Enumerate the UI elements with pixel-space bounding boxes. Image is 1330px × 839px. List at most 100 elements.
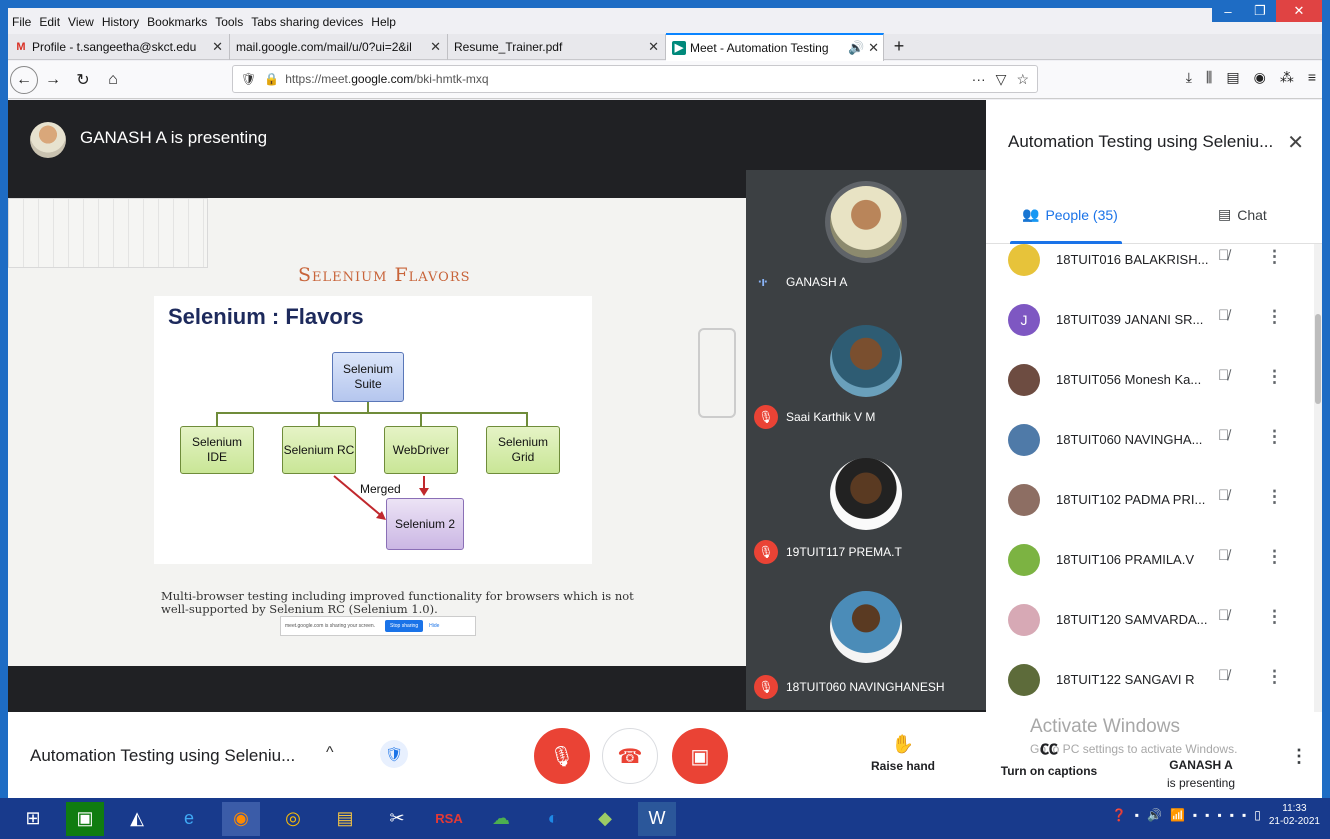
tray-app-icon[interactable]: ▪ (1135, 808, 1139, 822)
more-options-icon[interactable]: ⋮ (1266, 247, 1283, 267)
tray-app-icon[interactable]: ▪ (1242, 808, 1246, 822)
close-panel-icon[interactable]: ✕ (1287, 130, 1304, 155)
list-item[interactable]: 18TUIT122 SANGAVI R 🎙̸ ⋮ (986, 650, 1322, 710)
leave-call-button[interactable]: ☎ (602, 728, 658, 784)
store-icon[interactable]: ▣ (66, 801, 104, 836)
list-item[interactable]: 18TUIT102 PADMA PRI... 🎙̸ ⋮ (986, 470, 1322, 530)
clock[interactable]: 11:33 21-02-2021 (1269, 802, 1320, 828)
firefox-icon[interactable]: ◉ (222, 801, 260, 836)
more-options-icon[interactable]: ⋮ (1266, 607, 1283, 627)
menu-tools[interactable]: Tools (211, 15, 247, 29)
tab-profile[interactable]: M Profile - t.sangeetha@skct.edu ✕ (8, 33, 230, 60)
stop-sharing-button[interactable]: Stop sharing (385, 620, 424, 632)
participant-tile[interactable]: 🎙 18TUIT060 NAVINGHANESH (746, 575, 986, 710)
more-options-icon[interactable]: ⋮ (1266, 427, 1283, 447)
meeting-name[interactable]: Automation Testing using Seleniu... (30, 746, 295, 766)
more-options-icon[interactable]: ⋮ (1266, 487, 1283, 507)
captions-label: Turn on captions (1000, 764, 1098, 778)
participant-tile[interactable]: ·ı· GANASH A (746, 170, 986, 305)
list-item[interactable]: 18TUIT120 SAMVARDA... 🎙̸ ⋮ (986, 590, 1322, 650)
rsa-icon[interactable]: RSA (430, 802, 468, 836)
more-actions-icon[interactable]: ··· (972, 71, 986, 88)
maximize-button[interactable]: ❐ (1244, 0, 1276, 22)
app-icon[interactable]: ◆ (586, 802, 624, 836)
list-item[interactable]: 18TUIT016 BALAKRISH... 🎙̸ ⋮ (986, 244, 1322, 290)
close-window-button[interactable]: ✕ (1276, 0, 1322, 22)
home-button[interactable]: ⌂ (98, 65, 128, 95)
scrollbar[interactable] (1314, 244, 1322, 712)
tab-people[interactable]: 👥 People (35) (1022, 206, 1118, 223)
extensions-icon[interactable]: ⁂ (1280, 69, 1294, 86)
menu-file[interactable]: File (8, 15, 35, 29)
windows-start-icon[interactable]: ⊞ (14, 802, 52, 836)
download-icon[interactable]: ⤓ (1186, 69, 1192, 86)
more-options-icon[interactable]: ⋮ (1290, 746, 1308, 767)
more-options-icon[interactable]: ⋮ (1266, 547, 1283, 567)
participant-name: 19TUIT117 PREMA.T (786, 545, 902, 559)
menu-edit[interactable]: Edit (35, 15, 64, 29)
participant-tile[interactable]: 🎙 Saai Karthik V M (746, 305, 986, 440)
captions-button[interactable]: ㏄ Turn on captions (994, 734, 1104, 778)
mic-off-icon: 🎙̸ (1218, 607, 1230, 624)
chevron-up-icon[interactable]: ^ (326, 744, 334, 762)
bookmark-star-icon[interactable]: ☆ (1016, 71, 1029, 88)
close-tab-icon[interactable]: ✕ (648, 39, 659, 55)
menu-tabs-sharing[interactable]: Tabs sharing devices (247, 15, 367, 29)
screen-share-banner: meet.google.com is sharing your screen. … (280, 616, 476, 636)
camera-toggle-button[interactable]: ▣ (672, 728, 728, 784)
word-icon[interactable]: W (638, 801, 676, 836)
menu-bookmarks[interactable]: Bookmarks (143, 15, 211, 29)
close-tab-icon[interactable]: ✕ (212, 39, 223, 55)
snipping-tool-icon[interactable]: ✂ (378, 802, 416, 836)
tab-meet[interactable]: ▶ Meet - Automation Testing 🔊 ✕ (666, 32, 884, 61)
url-bar[interactable]: 🛡 🔒 https://meet.google.com/bki-hmtk-mxq… (232, 65, 1038, 93)
sidebar-icon[interactable]: ▤ (1226, 69, 1239, 86)
list-item[interactable]: 18TUIT056 Monesh Ka... 🎙̸ ⋮ (986, 350, 1322, 410)
chrome-icon[interactable]: ◎ (274, 802, 312, 836)
notifications-icon[interactable]: ▯ (1254, 808, 1261, 822)
more-options-icon[interactable]: ⋮ (1266, 307, 1283, 327)
tab-mail[interactable]: mail.google.com/mail/u/0?ui=2&il ✕ (230, 33, 448, 60)
edge-icon[interactable]: ◐ (534, 802, 572, 836)
cloud-app-icon[interactable]: ☁ (482, 802, 520, 836)
menu-icon[interactable]: ≡ (1308, 69, 1316, 86)
tray-app-icon[interactable]: ▪ (1217, 808, 1221, 822)
new-tab-button[interactable]: + (884, 36, 914, 57)
tab-chat[interactable]: ▤ Chat (1218, 206, 1267, 223)
menu-help[interactable]: Help (367, 15, 400, 29)
participant-tile[interactable]: 🎙 19TUIT117 PREMA.T (746, 440, 986, 575)
library-icon[interactable]: ⫼ (1206, 69, 1212, 86)
pocket-icon[interactable]: ▽ (996, 71, 1007, 88)
menu-view[interactable]: View (64, 15, 98, 29)
tray-app-icon[interactable]: ▪ (1193, 808, 1197, 822)
more-options-icon[interactable]: ⋮ (1266, 667, 1283, 687)
tab-resume[interactable]: Resume_Trainer.pdf ✕ (448, 33, 666, 60)
ie-icon[interactable]: e (170, 802, 208, 836)
reload-button[interactable]: ↻ (68, 65, 98, 95)
list-item[interactable]: 18TUIT106 PRAMILA.V 🎙̸ ⋮ (986, 530, 1322, 590)
more-options-icon[interactable]: ⋮ (1266, 367, 1283, 387)
list-item[interactable]: J 18TUIT039 JANANI SR... 🎙̸ ⋮ (986, 290, 1322, 350)
close-tab-icon[interactable]: 🔊 ✕ (848, 40, 879, 56)
menu-history[interactable]: History (98, 15, 143, 29)
panel-tabs: 👥 People (35) ▤ Chat (986, 196, 1322, 244)
back-button[interactable]: ← (10, 65, 38, 94)
close-tab-icon[interactable]: ✕ (430, 39, 441, 55)
raise-hand-button[interactable]: ✋ Raise hand (868, 734, 938, 773)
file-explorer-icon[interactable]: ▤ (326, 802, 364, 836)
mic-toggle-button[interactable]: 🎙 (534, 728, 590, 784)
minimize-button[interactable]: – (1212, 0, 1244, 22)
list-item[interactable]: 18TUIT060 NAVINGHA... 🎙̸ ⋮ (986, 410, 1322, 470)
android-studio-icon[interactable]: ◭ (118, 802, 156, 836)
host-controls-icon[interactable]: 🛡 (380, 740, 408, 768)
volume-icon[interactable]: 🔊 (1147, 808, 1162, 822)
tray-app-icon[interactable]: ▪ (1230, 808, 1234, 822)
scrollbar-thumb[interactable] (1315, 314, 1321, 404)
hide-banner-button[interactable]: Hide (429, 623, 439, 629)
network-icon[interactable]: 📶 (1170, 808, 1185, 822)
account-icon[interactable]: ◉ (1254, 69, 1266, 86)
presentation-info[interactable]: GANASH A is presenting (1156, 756, 1246, 792)
tray-app-icon[interactable]: ▪ (1205, 808, 1209, 822)
forward-button[interactable]: → (38, 65, 68, 95)
help-icon[interactable]: ❓ (1112, 808, 1127, 822)
